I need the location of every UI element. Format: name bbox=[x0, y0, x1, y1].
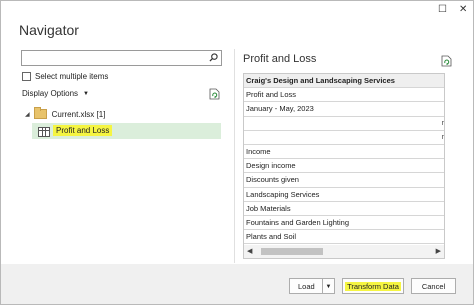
tree-file-node[interactable]: ◢ Current.xlsx [1] bbox=[25, 107, 106, 119]
grid-cell: Profit and Loss bbox=[246, 90, 297, 100]
table-icon bbox=[38, 127, 50, 137]
horizontal-scrollbar[interactable]: ◀ ▶ bbox=[243, 245, 445, 259]
grid-row: Landscaping Services bbox=[244, 188, 444, 202]
grid-row: Fountains and Garden Lighting bbox=[244, 216, 444, 231]
pane-divider[interactable] bbox=[234, 49, 235, 263]
navigator-window: Navigator ☐ ✕ Select multiple items Disp… bbox=[0, 0, 474, 305]
preview-grid[interactable]: Craig's Design and Landscaping Services … bbox=[243, 73, 445, 246]
button-bar: Load ▼ Transform Data Cancel bbox=[1, 264, 473, 304]
tree-item-profit-and-loss[interactable]: Profit and Loss bbox=[32, 123, 221, 139]
grid-cell-overflow: r bbox=[441, 133, 444, 141]
scroll-right-icon[interactable]: ▶ bbox=[436, 247, 441, 255]
grid-cell: Plants and Soil bbox=[246, 232, 297, 242]
transform-data-button[interactable]: Transform Data bbox=[342, 278, 404, 294]
folder-icon bbox=[33, 107, 47, 119]
scroll-left-icon[interactable]: ◀ bbox=[247, 247, 252, 255]
grid-row: r bbox=[244, 117, 444, 131]
grid-cell: Landscaping Services bbox=[246, 189, 320, 199]
grid-row: Profit and Loss bbox=[244, 88, 444, 103]
grid-cell-overflow: r bbox=[441, 119, 444, 127]
restore-icon[interactable]: ☐ bbox=[438, 4, 447, 15]
select-multiple-label: Select multiple items bbox=[35, 71, 109, 81]
grid-cell: Income bbox=[246, 146, 271, 156]
scrollbar-thumb[interactable] bbox=[261, 248, 323, 255]
expand-triangle-icon[interactable]: ◢ bbox=[25, 111, 30, 118]
grid-row: Design income bbox=[244, 159, 444, 174]
transform-data-label: Transform Data bbox=[345, 282, 401, 291]
grid-row: Job Materials bbox=[244, 202, 444, 216]
refresh-icon[interactable] bbox=[209, 88, 220, 100]
cancel-button[interactable]: Cancel bbox=[411, 278, 456, 294]
grid-header: Craig's Design and Landscaping Services bbox=[244, 74, 444, 89]
grid-cell: Design income bbox=[246, 161, 296, 171]
display-options-label: Display Options bbox=[22, 89, 79, 98]
preview-title: Profit and Loss bbox=[243, 53, 317, 65]
display-options-dropdown[interactable]: Display Options ▼ bbox=[22, 89, 89, 98]
file-label: Current.xlsx [1] bbox=[51, 109, 106, 119]
preview-refresh-icon[interactable] bbox=[441, 55, 452, 67]
search-input[interactable] bbox=[21, 50, 222, 66]
grid-row: January - May, 2023 bbox=[244, 102, 444, 117]
load-label: Load bbox=[298, 282, 315, 291]
grid-row: Income bbox=[244, 145, 444, 160]
close-icon[interactable]: ✕ bbox=[459, 4, 467, 15]
chevron-down-icon: ▼ bbox=[83, 90, 89, 97]
grid-row: Plants and Soil bbox=[244, 230, 444, 245]
load-button[interactable]: Load ▼ bbox=[289, 278, 335, 294]
grid-cell: January - May, 2023 bbox=[246, 104, 314, 114]
grid-cell: Fountains and Garden Lighting bbox=[246, 217, 349, 227]
grid-row: Discounts given bbox=[244, 173, 444, 188]
window-title: Navigator bbox=[19, 22, 79, 38]
select-multiple-row[interactable]: Select multiple items bbox=[22, 71, 108, 81]
grid-cell: Job Materials bbox=[246, 203, 291, 213]
load-dropdown-icon[interactable]: ▼ bbox=[322, 279, 334, 293]
grid-row: r bbox=[244, 131, 444, 145]
grid-cell: Discounts given bbox=[246, 175, 299, 185]
tree-item-label: Profit and Loss bbox=[53, 125, 113, 136]
select-multiple-checkbox[interactable] bbox=[22, 71, 31, 81]
search-icon[interactable] bbox=[209, 53, 218, 62]
